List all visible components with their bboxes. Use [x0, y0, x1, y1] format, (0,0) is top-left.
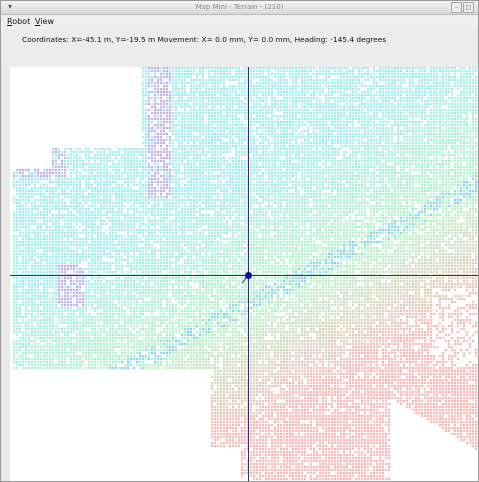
menu-view[interactable]: View: [35, 17, 54, 27]
coordinates-readout: Coordinates: X=-45.1 m, Y=-19.5 m Moveme…: [22, 35, 387, 44]
status-panel: Coordinates: X=-45.1 m, Y=-19.5 m Moveme…: [1, 29, 478, 67]
terrain-map[interactable]: [10, 67, 478, 481]
menu-view-label: iew: [40, 17, 54, 26]
app-window: ▾ Map Mini - Terrain - (210) – □ Robot V…: [0, 0, 479, 482]
minimize-button[interactable]: –: [451, 2, 462, 13]
crosshair-horizontal: [10, 275, 478, 276]
window-title: Map Mini - Terrain - (210): [195, 3, 284, 11]
menu-bar: Robot View: [1, 15, 478, 29]
menu-robot-label: obot: [12, 17, 31, 26]
window-controls: – □: [451, 2, 474, 13]
terrain-point-cloud: [10, 67, 478, 481]
menu-robot[interactable]: Robot: [7, 17, 30, 27]
robot-position-marker: [245, 272, 252, 279]
maximize-button[interactable]: □: [463, 2, 474, 13]
title-bar[interactable]: ▾ Map Mini - Terrain - (210) – □: [1, 1, 478, 15]
